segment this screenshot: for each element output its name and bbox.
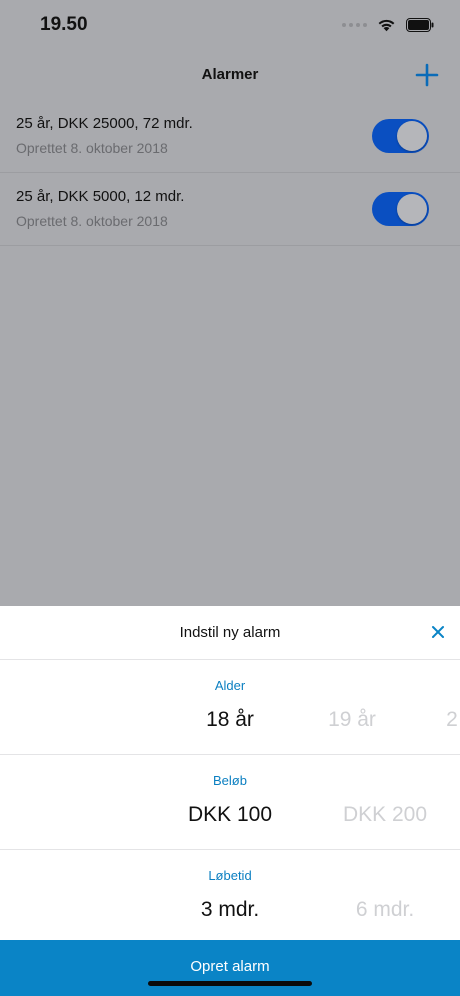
home-indicator [148,981,312,986]
status-bar: 19.50 [0,0,460,50]
list-item[interactable]: 25 år, DKK 25000, 72 mdr. Oprettet 8. ok… [0,100,460,173]
alarm-title: 25 år, DKK 25000, 72 mdr. [16,115,193,132]
add-alarm-button[interactable] [412,60,442,90]
signal-icon [342,23,367,27]
plus-icon [415,63,439,87]
close-button[interactable] [426,620,450,644]
amount-picker[interactable]: Beløb DKK 100 DKK 200 [0,755,460,850]
alarm-toggle[interactable] [372,192,429,226]
list-item[interactable]: 25 år, DKK 5000, 12 mdr. Oprettet 8. okt… [0,173,460,246]
picker-option[interactable]: 6 mdr. [356,898,414,922]
battery-icon [406,18,434,32]
picker-option-selected[interactable]: 18 år [206,708,254,732]
create-alarm-button[interactable]: Opret alarm [0,940,460,996]
picker-option[interactable]: 19 år [328,708,376,732]
new-alarm-sheet: Indstil ny alarm Alder 18 år 19 år 2 Bel… [0,606,460,996]
picker-option[interactable]: DKK 200 [343,803,427,827]
close-icon [432,626,444,638]
status-time: 19.50 [40,14,88,35]
alarm-title: 25 år, DKK 5000, 12 mdr. [16,188,185,205]
alarm-list: 25 år, DKK 25000, 72 mdr. Oprettet 8. ok… [0,100,460,246]
duration-picker[interactable]: Løbetid 3 mdr. 6 mdr. [0,850,460,944]
amount-picker-label: Beløb [213,773,247,788]
sheet-title: Indstil ny alarm [179,624,281,641]
duration-picker-label: Løbetid [208,868,252,883]
age-picker-label: Alder [214,678,246,693]
alarm-created-date: Oprettet 8. oktober 2018 [16,140,168,156]
age-picker[interactable]: Alder 18 år 19 år 2 [0,660,460,755]
alarm-toggle[interactable] [372,119,429,153]
page-title: Alarmer [201,66,259,83]
wifi-icon [378,19,395,32]
sheet-header: Indstil ny alarm [0,606,460,660]
toggle-knob [397,194,427,224]
picker-option[interactable]: 2 [446,708,458,732]
toggle-knob [397,121,427,151]
picker-option-selected[interactable]: DKK 100 [188,803,272,827]
alarm-created-date: Oprettet 8. oktober 2018 [16,213,168,229]
status-icons [342,16,434,34]
nav-bar: Alarmer [0,50,460,100]
picker-option-selected[interactable]: 3 mdr. [201,898,259,922]
